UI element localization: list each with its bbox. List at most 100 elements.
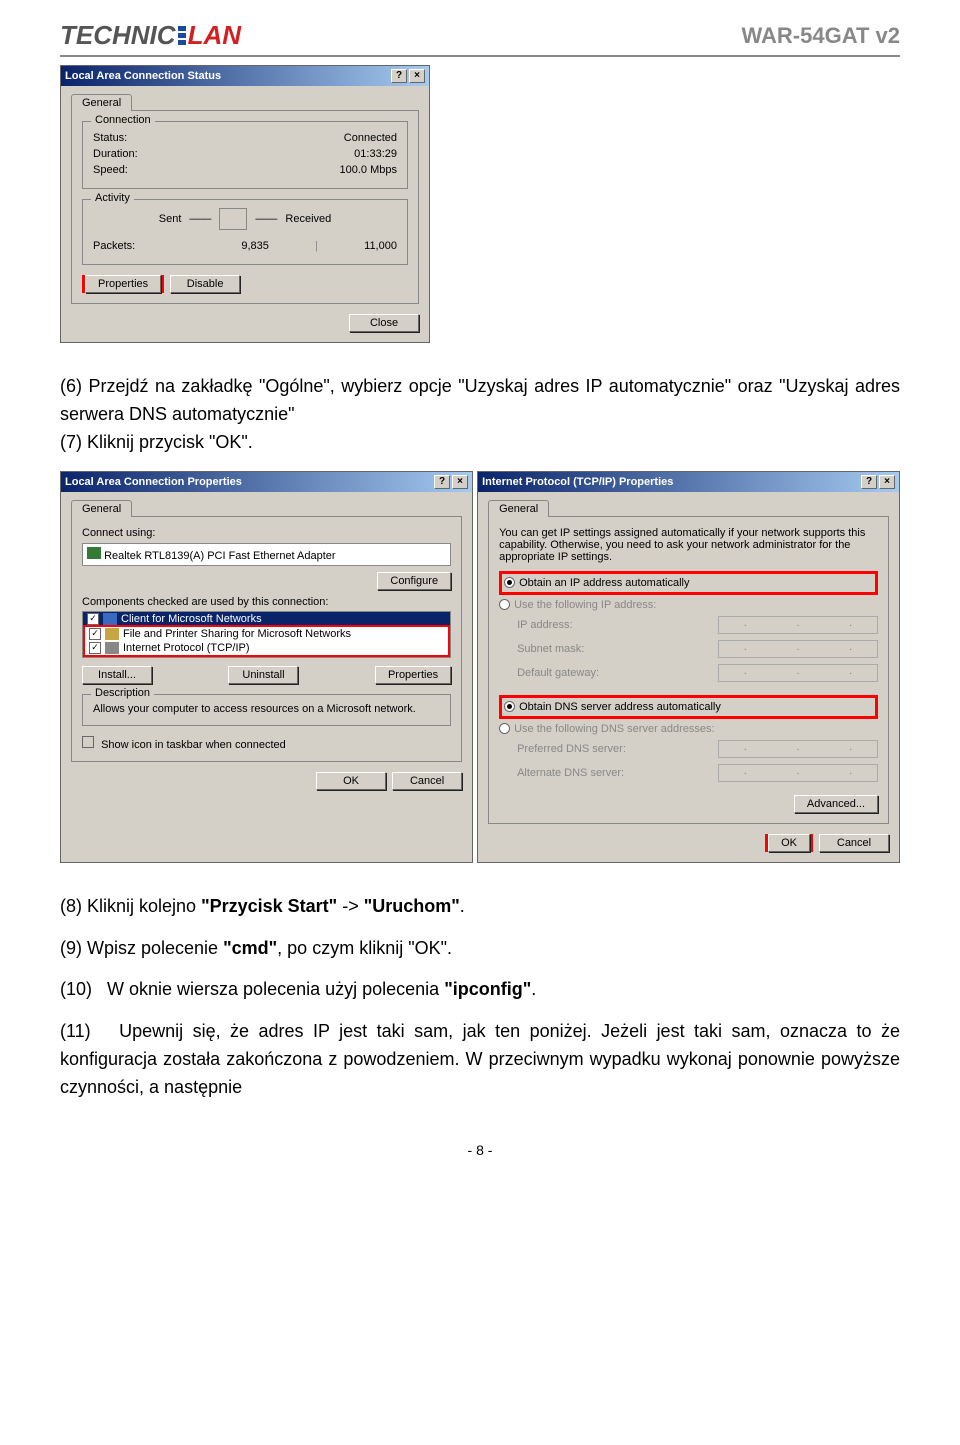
disable-button[interactable]: Disable	[170, 275, 240, 293]
pref-dns-label: Preferred DNS server:	[517, 743, 626, 755]
logo: TECHNIC LAN	[60, 20, 241, 51]
components-label: Components checked are used by this conn…	[82, 596, 451, 608]
duration-value: 01:33:29	[354, 148, 397, 160]
alt-dns-label: Alternate DNS server:	[517, 767, 624, 779]
radio-obtain-ip[interactable]: Obtain an IP address automatically	[504, 575, 873, 591]
client-icon	[103, 613, 117, 625]
tab-general[interactable]: General	[71, 94, 132, 111]
radio-use-dns[interactable]: Use the following DNS server addresses:	[499, 721, 878, 737]
highlight-obtain-dns: Obtain DNS server address automatically	[499, 695, 878, 719]
radio-icon[interactable]	[504, 701, 515, 712]
close-icon[interactable]: ×	[879, 475, 895, 489]
adapter-box: Realtek RTL8139(A) PCI Fast Ethernet Ada…	[82, 543, 451, 566]
help-icon[interactable]: ?	[434, 475, 450, 489]
titlebar: Internet Protocol (TCP/IP) Properties ? …	[478, 472, 899, 492]
item-label: Internet Protocol (TCP/IP)	[123, 642, 250, 654]
model-label: WAR-54GAT v2	[741, 23, 900, 49]
description-legend: Description	[91, 687, 154, 699]
adapter-name: Realtek RTL8139(A) PCI Fast Ethernet Ada…	[104, 550, 336, 562]
checkbox-icon[interactable]: ✓	[89, 642, 101, 654]
description-text: Allows your computer to access resources…	[93, 703, 440, 715]
packets-received: 11,000	[364, 240, 397, 252]
speed-label: Speed:	[93, 164, 128, 176]
activity-legend: Activity	[91, 192, 134, 204]
page-number: - 8 -	[60, 1142, 900, 1158]
item-label: Client for Microsoft Networks	[121, 613, 262, 625]
dialog-connection-properties: Local Area Connection Properties ? × Gen…	[60, 471, 473, 863]
connect-using-label: Connect using:	[82, 527, 451, 539]
close-icon[interactable]: ×	[409, 69, 425, 83]
ok-button[interactable]: OK	[768, 834, 810, 852]
instructions-block-b: (8) Kliknij kolejno "Przycisk Start" -> …	[60, 893, 900, 1102]
highlight-obtain-ip: Obtain an IP address automatically	[499, 571, 878, 595]
checkbox-icon[interactable]: ✓	[89, 628, 101, 640]
description-group: Description Allows your computer to acce…	[82, 694, 451, 726]
duration-label: Duration:	[93, 148, 138, 160]
speed-value: 100.0 Mbps	[340, 164, 397, 176]
show-icon-row[interactable]: Show icon in taskbar when connected	[82, 736, 451, 751]
logo-text-right: LAN	[188, 20, 241, 51]
properties-button[interactable]: Properties	[85, 275, 161, 293]
activity-group: Activity Sent —— —— Received Packets: 9,…	[82, 199, 408, 265]
dialog-title: Local Area Connection Status	[65, 70, 221, 82]
configure-button[interactable]: Configure	[377, 572, 451, 590]
advanced-button[interactable]: Advanced...	[794, 795, 878, 813]
radio-icon[interactable]	[499, 599, 510, 610]
step-11: (11) Upewnij się, że adres IP jest taki …	[60, 1018, 900, 1102]
logo-bars-icon	[178, 25, 186, 46]
radio-icon[interactable]	[504, 577, 515, 588]
show-icon-label: Show icon in taskbar when connected	[101, 739, 286, 751]
properties-button[interactable]: Properties	[375, 666, 451, 684]
list-item: ✓ Internet Protocol (TCP/IP)	[85, 641, 448, 655]
ip-label: IP address:	[517, 619, 572, 631]
step-9: (9) Wpisz polecenie "cmd", po czym klikn…	[60, 935, 900, 963]
tab-general[interactable]: General	[488, 500, 549, 517]
alt-dns-input: ...	[718, 764, 878, 782]
radio-obtain-dns[interactable]: Obtain DNS server address automatically	[504, 699, 873, 715]
connection-legend: Connection	[91, 114, 155, 126]
install-button[interactable]: Install...	[82, 666, 152, 684]
checkbox-icon[interactable]	[82, 736, 94, 748]
dialog-title: Local Area Connection Properties	[65, 476, 242, 488]
status-label: Status:	[93, 132, 127, 144]
cancel-button[interactable]: Cancel	[392, 772, 462, 790]
adapter-icon	[87, 547, 101, 559]
radio-label: Use the following IP address:	[514, 599, 656, 611]
radio-icon[interactable]	[499, 723, 510, 734]
computer-icon	[219, 208, 247, 230]
radio-label: Obtain an IP address automatically	[519, 577, 689, 589]
page-header: TECHNIC LAN WAR-54GAT v2	[60, 20, 900, 57]
close-icon[interactable]: ×	[452, 475, 468, 489]
gateway-label: Default gateway:	[517, 667, 599, 679]
subnet-label: Subnet mask:	[517, 643, 584, 655]
step-6: (6) Przejdź na zakładkę "Ogólne", wybier…	[60, 376, 900, 424]
help-icon[interactable]: ?	[861, 475, 877, 489]
protocol-icon	[105, 642, 119, 654]
item-label: File and Printer Sharing for Microsoft N…	[123, 628, 351, 640]
tab-general[interactable]: General	[71, 500, 132, 517]
radio-use-ip[interactable]: Use the following IP address:	[499, 597, 878, 613]
cancel-button[interactable]: Cancel	[819, 834, 889, 852]
titlebar: Local Area Connection Status ? ×	[61, 66, 429, 86]
info-text: You can get IP settings assigned automat…	[499, 527, 878, 563]
help-icon[interactable]: ?	[391, 69, 407, 83]
step-8: (8) Kliknij kolejno "Przycisk Start" -> …	[60, 893, 900, 921]
checkbox-icon[interactable]: ✓	[87, 613, 99, 625]
gateway-input: ...	[718, 664, 878, 682]
step-10: (10) W oknie wiersza polecenia użyj pole…	[60, 976, 900, 1004]
pref-dns-input: ...	[718, 740, 878, 758]
radio-label: Use the following DNS server addresses:	[514, 723, 715, 735]
components-list[interactable]: ✓ Client for Microsoft Networks ✓ File a…	[82, 611, 451, 658]
highlight-components: ✓ File and Printer Sharing for Microsoft…	[83, 625, 450, 657]
fileshare-icon	[105, 628, 119, 640]
packets-label: Packets:	[93, 240, 135, 252]
close-button[interactable]: Close	[349, 314, 419, 332]
logo-text-left: TECHNIC	[60, 20, 176, 51]
ok-button[interactable]: OK	[316, 772, 386, 790]
connection-group: Connection Status:Connected Duration:01:…	[82, 121, 408, 189]
radio-label: Obtain DNS server address automatically	[519, 701, 721, 713]
list-item: ✓ Client for Microsoft Networks	[83, 612, 450, 626]
dialog-tcpip-properties: Internet Protocol (TCP/IP) Properties ? …	[477, 471, 900, 863]
highlight-properties: Properties	[82, 275, 164, 293]
uninstall-button[interactable]: Uninstall	[228, 666, 298, 684]
